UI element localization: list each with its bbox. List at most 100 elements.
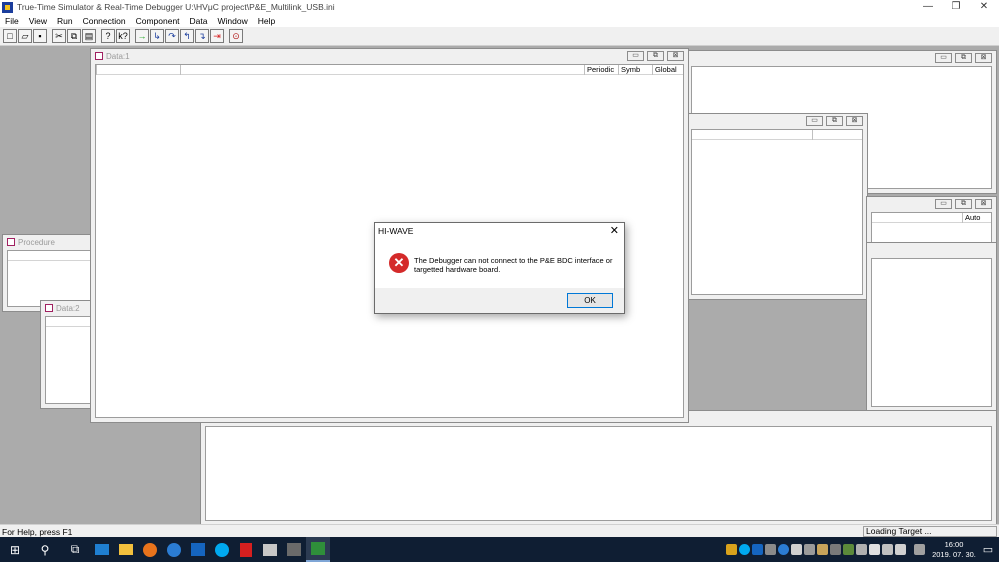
minimize-icon[interactable]: ▭	[935, 53, 952, 63]
menu-bar: File View Run Connection Component Data …	[0, 14, 999, 27]
window-content[interactable]	[871, 258, 992, 407]
window-content[interactable]	[45, 316, 95, 404]
halt-icon[interactable]: ⇥	[210, 29, 224, 43]
paste-icon[interactable]: ▤	[82, 29, 96, 43]
tray-security-icon[interactable]	[778, 544, 789, 555]
window-caption	[867, 243, 996, 257]
tray-app2-icon[interactable]	[791, 544, 802, 555]
status-loading-text: Loading Target ...	[863, 526, 997, 537]
tray-pen-icon[interactable]	[914, 544, 925, 555]
status-help-text: For Help, press F1	[2, 527, 73, 537]
start-icon[interactable]: →	[135, 29, 149, 43]
outlook-icon[interactable]	[186, 537, 210, 562]
minimize-button[interactable]: —	[914, 0, 942, 14]
right-mid-window[interactable]: ▭ ⧉ ⊠	[686, 113, 868, 300]
copy-icon[interactable]: ⧉	[67, 29, 81, 43]
notification-icon[interactable]: ▭	[977, 543, 999, 556]
clock[interactable]: 16:00 2019. 07. 30.	[931, 540, 977, 560]
edge-icon[interactable]	[162, 537, 186, 562]
new-icon[interactable]: □	[3, 29, 17, 43]
close-icon[interactable]: ⊠	[667, 51, 684, 61]
periodic-column[interactable]: Periodic	[584, 65, 618, 75]
single-step-icon[interactable]: ↳	[150, 29, 164, 43]
menu-data[interactable]: Data	[185, 16, 213, 26]
window-content[interactable]	[7, 250, 93, 307]
close-icon[interactable]: ⊠	[846, 116, 863, 126]
search-icon[interactable]: ⚲	[30, 537, 60, 562]
dialog-title: HI-WAVE	[378, 226, 414, 236]
tray-app3-icon[interactable]	[817, 544, 828, 555]
ok-button[interactable]: OK	[567, 293, 613, 308]
context-help-icon[interactable]: k?	[116, 29, 130, 43]
skype-icon[interactable]	[210, 537, 234, 562]
menu-component[interactable]: Component	[131, 16, 185, 26]
task-view-icon[interactable]: ⧉	[60, 537, 90, 562]
app-icon	[2, 1, 13, 13]
acrobat-icon[interactable]	[234, 537, 258, 562]
tray-outlook-icon[interactable]	[752, 544, 763, 555]
data2-title: Data:2	[56, 303, 80, 313]
assembly-step-icon[interactable]: ↴	[195, 29, 209, 43]
menu-run[interactable]: Run	[52, 16, 78, 26]
menu-window[interactable]: Window	[213, 16, 253, 26]
tray-skype-icon[interactable]	[739, 544, 750, 555]
monitor-app-icon[interactable]	[90, 537, 114, 562]
app-window-icon[interactable]	[258, 537, 282, 562]
restore-icon[interactable]: ⧉	[955, 199, 972, 209]
restore-icon[interactable]: ⧉	[955, 53, 972, 63]
menu-file[interactable]: File	[0, 16, 24, 26]
window-content[interactable]	[205, 426, 992, 521]
close-button[interactable]: ✕	[970, 0, 998, 14]
menu-view[interactable]: View	[24, 16, 52, 26]
reset-icon[interactable]: ⊙	[229, 29, 243, 43]
auto-label[interactable]: Auto	[962, 213, 991, 223]
bottom-window[interactable]	[200, 410, 997, 524]
step-over-icon[interactable]: ↷	[165, 29, 179, 43]
global-column[interactable]: Global	[652, 65, 683, 75]
tray-network-icon[interactable]	[882, 544, 893, 555]
start-icon[interactable]: ⊞	[0, 537, 30, 562]
title-bar: True-Time Simulator & Real-Time Debugger…	[0, 0, 999, 14]
hiwave-taskbar-icon[interactable]	[306, 537, 330, 562]
tray-app6-icon[interactable]	[856, 544, 867, 555]
window-icon	[7, 238, 15, 246]
window-content[interactable]	[691, 129, 863, 295]
dialog-close-button[interactable]: ✕	[610, 224, 619, 237]
taskbar: ⊞ ⚲ ⧉ 16:00 2019. 07. 30. ▭	[0, 537, 999, 562]
dialog-footer: OK	[375, 288, 624, 313]
firefox-icon[interactable]	[138, 537, 162, 562]
cut-icon[interactable]: ✂	[52, 29, 66, 43]
clock-date: 2019. 07. 30.	[932, 549, 976, 559]
restore-button[interactable]: ❐	[942, 0, 970, 14]
window-content[interactable]: Auto	[871, 212, 992, 243]
system-tray: 16:00 2019. 07. 30. ▭	[726, 537, 999, 562]
right-lower-window[interactable]	[866, 242, 997, 412]
close-icon[interactable]: ⊠	[975, 53, 992, 63]
tray-headset-icon[interactable]	[765, 544, 776, 555]
data1-title: Data:1	[106, 51, 130, 61]
status-bar: For Help, press F1 Loading Target ...	[0, 524, 999, 537]
film-app-icon[interactable]	[282, 537, 306, 562]
minimize-icon[interactable]: ▭	[935, 199, 952, 209]
procedure-title: Procedure	[18, 237, 55, 247]
tray-cloud-icon[interactable]	[869, 544, 880, 555]
tray-gear-icon[interactable]	[804, 544, 815, 555]
restore-icon[interactable]: ⧉	[647, 51, 664, 61]
menu-help[interactable]: Help	[253, 16, 280, 26]
close-icon[interactable]: ⊠	[975, 199, 992, 209]
open-icon[interactable]: ▱	[18, 29, 32, 43]
right-regs-window[interactable]: ▭ ⧉ ⊠ Auto	[866, 196, 997, 248]
tray-app-icon[interactable]	[726, 544, 737, 555]
tray-app5-icon[interactable]	[843, 544, 854, 555]
minimize-icon[interactable]: ▭	[806, 116, 823, 126]
symb-column[interactable]: Symb	[618, 65, 652, 75]
tray-app4-icon[interactable]	[830, 544, 841, 555]
file-explorer-icon[interactable]	[114, 537, 138, 562]
step-out-icon[interactable]: ↰	[180, 29, 194, 43]
help-icon[interactable]: ?	[101, 29, 115, 43]
menu-connection[interactable]: Connection	[78, 16, 131, 26]
minimize-icon[interactable]: ▭	[627, 51, 644, 61]
restore-icon[interactable]: ⧉	[826, 116, 843, 126]
save-icon[interactable]: ▪	[33, 29, 47, 43]
tray-volume-icon[interactable]	[895, 544, 906, 555]
